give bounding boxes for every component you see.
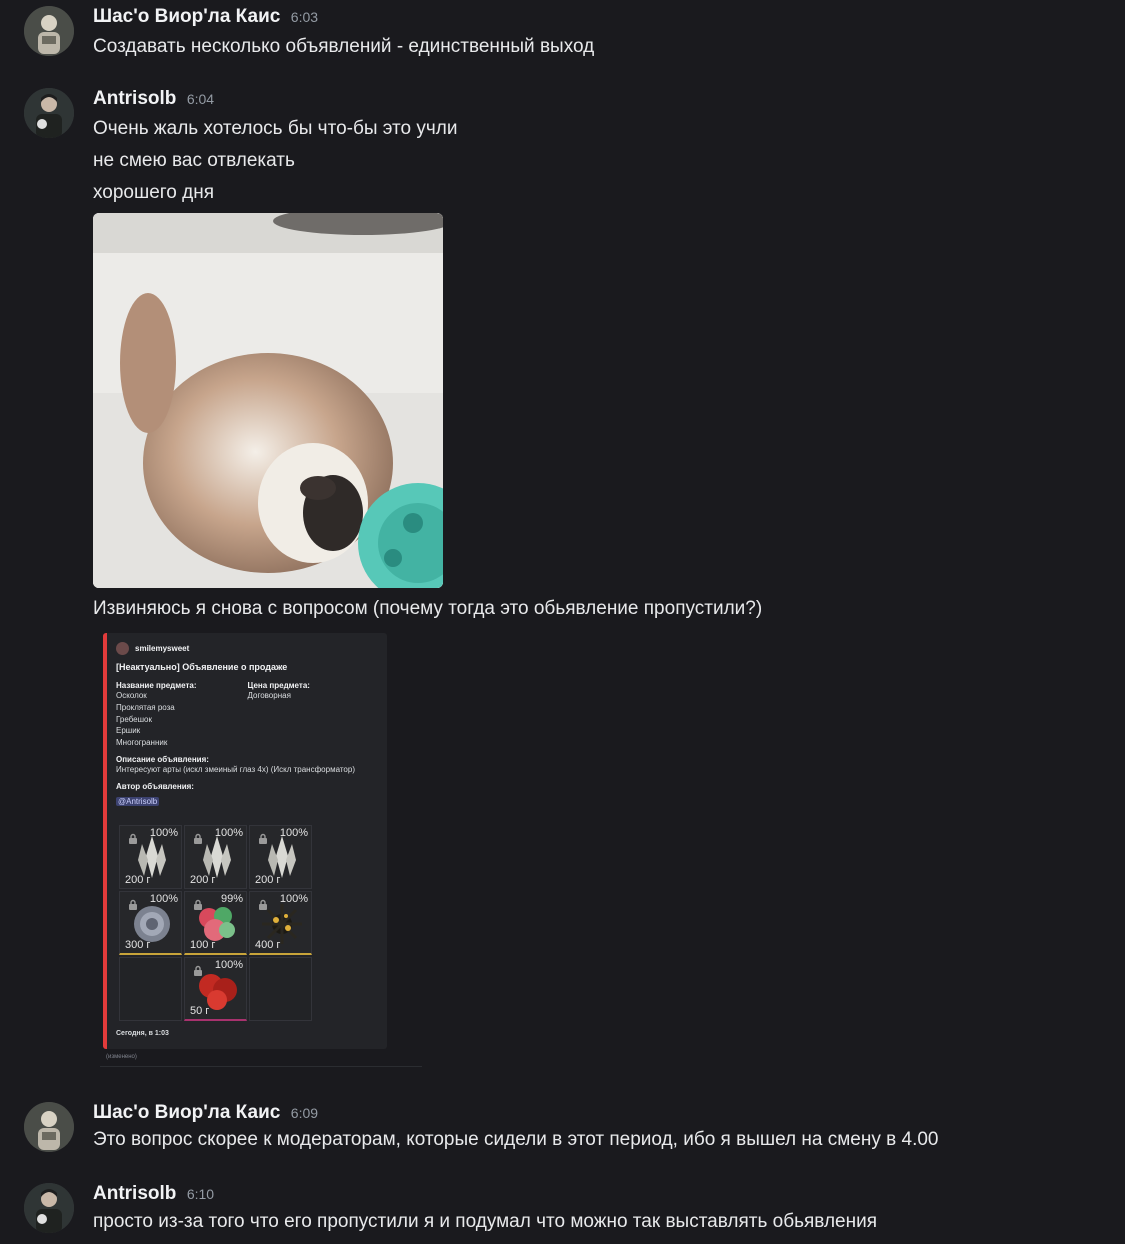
avatar[interactable] [24,1183,74,1233]
inventory-slot: 100% 200 г [184,825,247,889]
slot-price: 300 г [125,939,151,951]
embed-field-price: Цена предмета: Договорная [248,681,380,749]
inventory-slot [119,957,182,1021]
lock-icon [127,898,139,910]
field-value: Ершик [116,726,141,736]
inventory-slot: 100% 300 г [119,891,182,955]
slot-durability: 100% [214,959,243,971]
lock-icon [257,898,269,910]
embed-accent-bar [103,633,107,1049]
screenshot-attachment[interactable]: smilemysweet [Неактуально] Объявление о … [103,633,387,1049]
embed-title: [Неактуально] Объявление о продаже [116,662,288,672]
message-header: Antrisolb 6:10 [93,1183,214,1207]
username[interactable]: Шас'о Виор'ла Каис [93,1102,280,1123]
slot-durability: 100% [149,893,178,905]
slot-durability: 100% [214,827,243,839]
inventory-slot: 99% 100 г [184,891,247,955]
embed-author-avatar [116,641,129,655]
inventory-slot: 100% 50 г [184,957,247,1021]
embed-author: smilemysweet [116,641,379,655]
timestamp[interactable]: 6:09 [291,1105,318,1121]
field-name: Описание объявления: [116,754,209,764]
slot-price: 200 г [125,874,151,886]
timestamp[interactable]: 6:10 [187,1186,214,1202]
message-header: Шас'о Виор'ла Каис 6:03 [93,6,318,30]
inventory-grid: 100% 200 г 100% 200 г 100% 200 г 100% 300 г 99% 1… [119,825,312,1021]
field-value: Осколок [116,691,147,700]
inventory-slot: 100% 400 г [249,891,312,955]
embed-field-author: Автор объявления: @Antrisolb [116,782,379,809]
slot-price: 400 г [255,939,281,951]
embed-content: smilemysweet [Неактуально] Объявление о … [116,641,379,809]
message-header: Antrisolb 6:04 [93,88,214,112]
cat-video-attachment[interactable] [93,213,443,588]
inventory-slot: 100% 200 г [119,825,182,889]
slot-price: 100 г [190,939,216,951]
avatar[interactable] [24,88,74,138]
embed-author-name: smilemysweet [135,643,190,653]
embed-fields: Название предмета: Осколок Проклятая роз… [116,681,379,749]
inventory-slot [249,957,312,1021]
avatar[interactable] [24,1102,74,1152]
message-text: Это вопрос скорее к модераторам, которые… [93,1129,939,1150]
timestamp[interactable]: 6:03 [291,9,318,25]
message-header: Шас'о Виор'ла Каис 6:09 [93,1102,318,1126]
field-value: Договорная [247,691,291,700]
field-value: Гребешок [116,714,152,724]
embed-field-description: Описание объявления: Интересуют арты (ис… [116,755,379,776]
lock-icon [192,898,204,910]
field-value: Проклятая роза [116,702,175,712]
user-mention: @Antrisolb [116,796,160,806]
slot-price: 200 г [255,874,281,886]
field-name: Цена предмета: [247,681,310,690]
message-text: просто из-за того что его пропустили я и… [93,1211,878,1232]
message-text: Создавать несколько объявлений - единств… [93,36,595,57]
username[interactable]: Antrisolb [93,1183,176,1204]
field-value: Интересуют арты (искл змеиный глаз 4х) (… [116,764,355,774]
message-text: хорошего дня [93,182,215,203]
slot-durability: 100% [279,827,308,839]
slot-price: 50 г [190,1005,210,1017]
inventory-slot: 100% 200 г [249,825,312,889]
message-text: Очень жаль хотелось бы что-бы это учли [93,118,458,139]
lock-icon [127,832,139,844]
username[interactable]: Antrisolb [93,88,176,109]
divider [100,1066,422,1067]
username[interactable]: Шас'о Виор'ла Каис [93,6,280,27]
field-name: Название предмета: [116,681,197,690]
slot-durability: 100% [279,893,308,905]
slot-durability: 100% [149,827,178,839]
lock-icon [192,964,204,976]
avatar[interactable] [24,6,74,56]
edited-label: (изменено) [106,1054,137,1060]
embed-footer: Сегодня, в 1:03 [116,1030,169,1037]
embed-field-items: Название предмета: Осколок Проклятая роз… [116,681,248,749]
slot-price: 200 г [190,874,216,886]
timestamp[interactable]: 6:04 [187,91,214,107]
lock-icon [192,832,204,844]
field-name: Автор объявления: [116,781,194,791]
slot-durability: 99% [220,893,243,905]
message-text: Извиняюсь я снова с вопросом (почему тог… [93,598,763,619]
message-text: не смею вас отвлекать [93,150,295,171]
lock-icon [257,832,269,844]
field-value: Многогранник [116,738,168,748]
